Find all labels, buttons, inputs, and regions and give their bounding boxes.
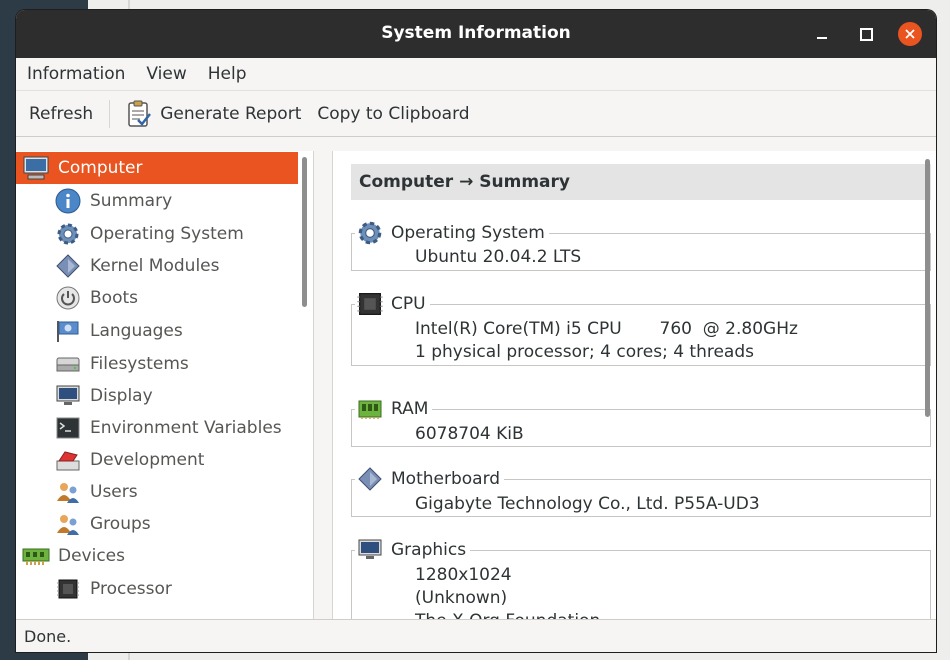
group-cpu: CPU Intel(R) Core(TM) i5 CPU 760 @ 2.80G… — [351, 290, 931, 378]
report-icon — [128, 100, 152, 127]
info-icon — [54, 187, 82, 215]
content-header: Computer → Summary — [351, 164, 931, 200]
maximize-button[interactable] — [854, 22, 878, 46]
group-title: Motherboard — [391, 469, 501, 489]
menu-help[interactable]: Help — [208, 64, 247, 84]
group-value: Ubuntu 20.04.2 LTS — [415, 247, 582, 267]
tree-item-boots[interactable]: Boots — [54, 282, 138, 314]
tree-label-boots: Boots — [90, 288, 138, 308]
module-icon — [355, 464, 385, 494]
gear-icon — [54, 220, 82, 248]
group-legend: RAM — [355, 394, 433, 424]
content-scrollbar[interactable] — [925, 159, 930, 417]
gear-icon — [355, 218, 385, 248]
group-value: Intel(R) Core(TM) i5 CPU 760 @ 2.80GHz — [415, 319, 798, 339]
group-legend: Operating System — [355, 219, 549, 247]
tree-label-users: Users — [90, 482, 138, 502]
tree-label-processor: Processor — [90, 579, 172, 599]
group-legend: Motherboard — [355, 464, 505, 494]
tree-label-groups: Groups — [90, 514, 151, 534]
app-window: System Information Information View Help… — [16, 10, 936, 652]
minimize-button[interactable] — [810, 22, 834, 46]
group-value: 1 physical processor; 4 cores; 4 threads — [415, 342, 754, 362]
tree-label-summary: Summary — [90, 191, 173, 211]
group-legend: Graphics — [355, 535, 471, 565]
group-value: Gigabyte Technology Co., Ltd. P55A-UD3 — [415, 494, 760, 514]
module-icon — [54, 252, 82, 280]
tree-label-development: Development — [90, 450, 205, 470]
group-motherboard: Motherboard Gigabyte Technology Co., Ltd… — [351, 465, 931, 517]
tree-label-languages: Languages — [90, 321, 183, 341]
devices-icon — [22, 542, 50, 570]
tree-item-groups[interactable]: Groups — [54, 508, 151, 540]
memory-icon — [355, 394, 385, 424]
tree-item-filesystems[interactable]: Filesystems — [54, 348, 189, 380]
tree-item-processor[interactable]: Processor — [54, 573, 172, 605]
flag-icon — [54, 317, 82, 345]
terminal-icon — [54, 414, 82, 442]
copy-clipboard-button[interactable]: Copy to Clipboard — [317, 104, 469, 124]
group-title: Graphics — [391, 540, 467, 560]
menu-information[interactable]: Information — [27, 64, 125, 84]
group-value: 1280x1024 — [415, 565, 512, 585]
groups-icon — [54, 510, 82, 538]
close-button[interactable] — [898, 22, 922, 46]
group-ram: RAM 6078704 KiB — [351, 395, 931, 447]
tree-item-operating-system[interactable]: Operating System — [54, 218, 244, 250]
tree-label-operating-system: Operating System — [90, 224, 244, 244]
close-icon — [905, 29, 915, 39]
group-value: (Unknown) — [415, 588, 508, 608]
tree-item-kernel-modules[interactable]: Kernel Modules — [54, 250, 219, 282]
group-value: 6078704 KiB — [415, 424, 524, 444]
sidebar-tree: Computer Summary Operating System Kernel… — [16, 151, 314, 619]
tree-label-display: Display — [90, 386, 153, 406]
group-title: RAM — [391, 399, 429, 419]
tree-item-development[interactable]: Development — [54, 444, 204, 476]
refresh-label: Refresh — [29, 103, 94, 124]
sidebar-scrollbar[interactable] — [302, 157, 307, 307]
group-title: Operating System — [391, 223, 545, 243]
group-graphics: Graphics 1280x1024 (Unknown) The X.Org F… — [351, 536, 931, 619]
toolbar: Refresh Generate Report Copy to Clipboar… — [16, 91, 936, 137]
status-text: Done. — [24, 626, 72, 646]
users-icon — [54, 478, 82, 506]
tree-item-computer[interactable]: Computer — [16, 152, 298, 184]
title-bar[interactable]: System Information — [16, 10, 936, 58]
generate-report-label: Generate Report — [160, 103, 302, 124]
content-panel: Computer → Summary Operating System Ubun… — [332, 151, 936, 619]
tree-label-kernel-modules: Kernel Modules — [90, 256, 220, 276]
tree-item-devices[interactable]: Devices — [22, 540, 125, 572]
group-value: The X.Org Foundation — [415, 611, 600, 619]
tree-item-users[interactable]: Users — [54, 476, 138, 508]
tree-item-display[interactable]: Display — [54, 380, 153, 412]
status-bar: Done. — [16, 619, 936, 652]
development-icon — [54, 446, 82, 474]
tree-label-environment-variables: Environment Variables — [90, 418, 282, 438]
generate-report-button[interactable]: Generate Report — [126, 100, 301, 128]
drive-icon — [54, 350, 82, 378]
tree-label-devices: Devices — [58, 546, 125, 566]
power-icon — [54, 284, 82, 312]
chip-icon — [54, 575, 82, 603]
monitor-icon — [54, 382, 82, 410]
computer-icon — [22, 154, 50, 182]
tree-label-computer: Computer — [58, 158, 143, 178]
tree-item-summary[interactable]: Summary — [54, 185, 172, 217]
tree-item-environment-variables[interactable]: Environment Variables — [54, 412, 282, 444]
toolbar-separator — [109, 99, 111, 128]
copy-clipboard-label: Copy to Clipboard — [317, 103, 470, 124]
refresh-button[interactable]: Refresh — [29, 104, 93, 124]
group-title: CPU — [391, 294, 426, 314]
monitor-icon — [355, 535, 385, 565]
chip-icon — [355, 289, 385, 319]
group-operating-system: Operating System Ubuntu 20.04.2 LTS — [351, 219, 931, 271]
tree-item-languages[interactable]: Languages — [54, 315, 183, 347]
menu-bar: Information View Help — [16, 58, 936, 91]
group-legend: CPU — [355, 290, 430, 318]
window-title: System Information — [381, 23, 571, 43]
menu-view[interactable]: View — [146, 64, 186, 84]
tree-label-filesystems: Filesystems — [90, 354, 189, 374]
